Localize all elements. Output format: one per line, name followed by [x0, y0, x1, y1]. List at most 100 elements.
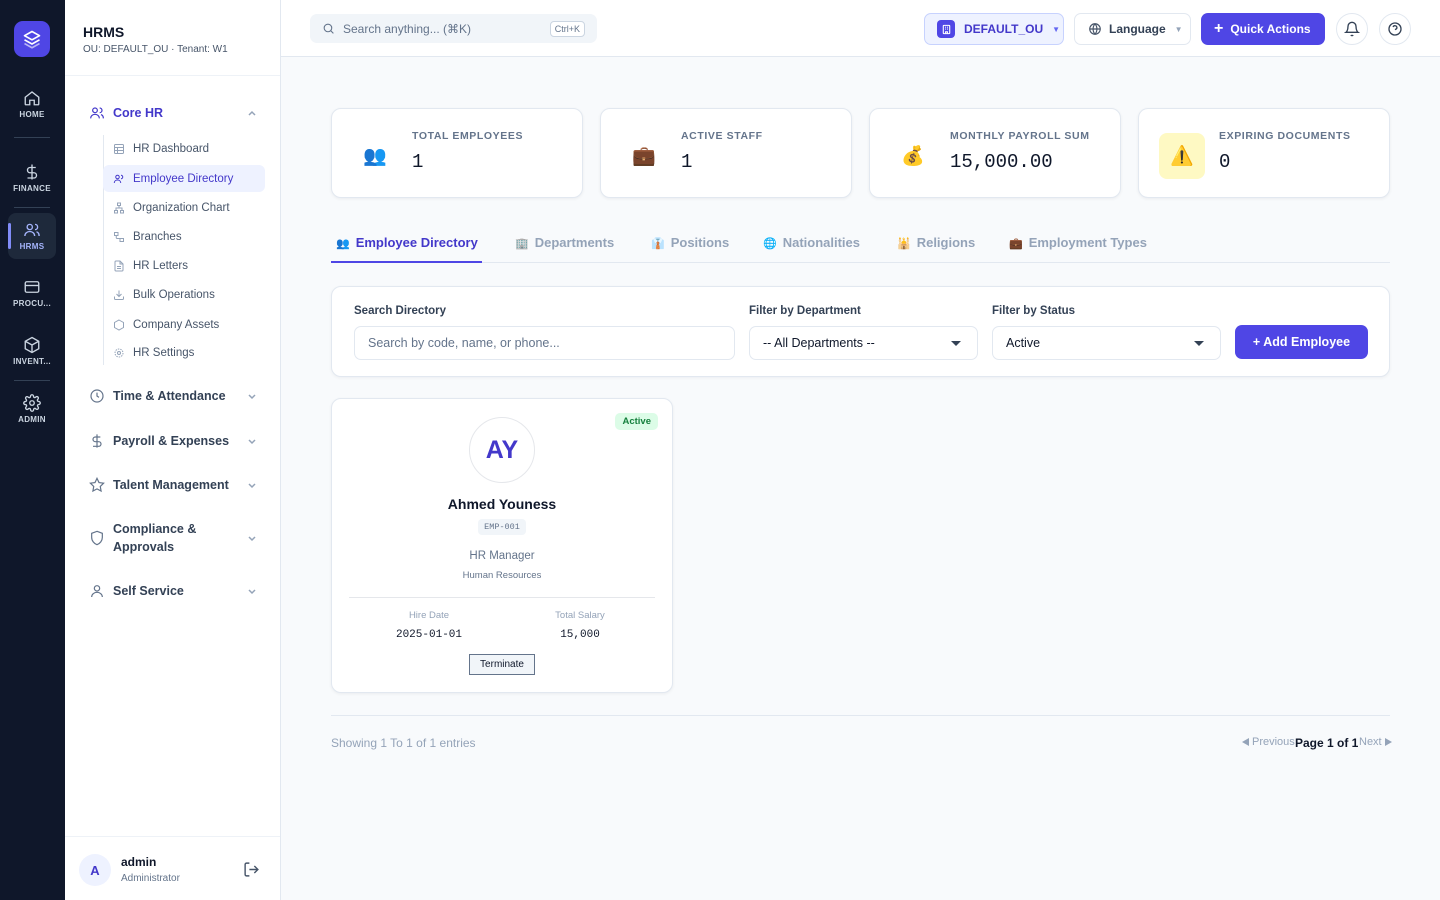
kpi-value: 1: [412, 151, 424, 173]
notifications-button[interactable]: [1336, 13, 1368, 45]
caret-down-icon: [1194, 341, 1204, 346]
sidebar-group-talent-management[interactable]: Talent Management: [89, 477, 257, 493]
rail-label: PROCU...: [13, 299, 51, 308]
globe-icon: 🌐: [763, 238, 777, 250]
total-salary-value: 15,000: [560, 629, 600, 641]
org-chart-icon: [113, 202, 125, 214]
gear-icon: [23, 394, 41, 412]
pagination-divider: [331, 715, 1390, 716]
rail-label: INVENT...: [13, 357, 51, 366]
ou-selector-button[interactable]: DEFAULT_OU ▼: [924, 13, 1064, 45]
sidebar-item-hr-settings[interactable]: HR Settings: [103, 339, 265, 366]
sidebar-item-hr-letters[interactable]: HR Letters: [103, 252, 265, 279]
ou-label: DEFAULT_OU: [964, 22, 1044, 36]
rail-divider: [14, 137, 50, 138]
arrow-left-icon: [1242, 738, 1249, 746]
tab-departments[interactable]: 🏢 Departments: [515, 235, 614, 263]
rail-item-hrms[interactable]: HRMS: [8, 213, 56, 259]
rail-label: ADMIN: [18, 415, 46, 424]
rail-item-inventory[interactable]: INVENT...: [8, 328, 56, 374]
tab-label: Employment Types: [1028, 235, 1147, 250]
employee-code: EMP-001: [478, 519, 526, 535]
hire-date-value: 2025-01-01: [395, 629, 462, 641]
credit-card-icon: [24, 281, 40, 293]
next-page-button[interactable]: Next: [1359, 736, 1392, 748]
app-rail: HOME FINANCE HRMS PROCU... INVENT... ADM…: [0, 0, 65, 900]
rail-item-finance[interactable]: FINANCE: [8, 155, 56, 201]
search-directory-input[interactable]: Search by code, name, or phone...: [354, 326, 735, 360]
avatar[interactable]: A: [79, 854, 111, 886]
star-icon: [89, 477, 105, 493]
add-employee-button[interactable]: + Add Employee: [1235, 325, 1368, 359]
sidebar-item-company-assets[interactable]: Company Assets: [103, 311, 265, 338]
briefcase-icon: 💼: [632, 146, 656, 167]
group-label: Approvals: [113, 540, 175, 554]
people-icon: 👥: [363, 146, 387, 167]
tab-label: Departments: [534, 235, 615, 250]
warning-icon: ⚠️: [1159, 133, 1205, 179]
previous-page-button[interactable]: Previous: [1242, 736, 1296, 748]
sidebar-item-label: Bulk Operations: [133, 288, 215, 301]
sidebar-header: HRMS OU: DEFAULT_OU · Tenant: W1: [65, 0, 280, 76]
tab-employment-types[interactable]: 💼 Employment Types: [1009, 235, 1147, 263]
status-filter-select[interactable]: Active: [992, 326, 1221, 360]
briefcase-icon: 💼: [1009, 238, 1023, 250]
language-button[interactable]: Language ▼: [1074, 13, 1191, 45]
rail-label: HRMS: [19, 242, 45, 251]
sidebar-group-self-service[interactable]: Self Service: [89, 583, 257, 599]
sidebar-item-employee-directory[interactable]: Employee Directory: [103, 165, 265, 192]
sidebar-group-time-attendance[interactable]: Time & Attendance: [89, 388, 257, 404]
sidebar-item-hr-dashboard[interactable]: HR Dashboard: [103, 135, 265, 162]
sidebar-group-payroll-expenses[interactable]: Payroll & Expenses: [89, 433, 257, 449]
department-filter-value: -- All Departments --: [763, 336, 875, 350]
box-icon: [24, 336, 40, 354]
sidebar-item-branches[interactable]: Branches: [103, 223, 265, 250]
group-label-wrap: Compliance & Approvals: [113, 520, 196, 556]
quick-actions-button[interactable]: + Quick Actions: [1201, 13, 1325, 45]
previous-label: Previous: [1252, 736, 1295, 748]
sidebar-item-label: HR Letters: [133, 259, 188, 272]
sidebar-group-compliance-approvals[interactable]: Compliance & Approvals: [89, 520, 257, 556]
app-logo-icon[interactable]: [14, 21, 50, 57]
users-icon: [89, 105, 105, 121]
tab-religions[interactable]: 🕌 Religions: [897, 235, 975, 263]
kpi-expiring-documents: ⚠️ EXPIRING DOCUMENTS 0: [1138, 108, 1390, 198]
language-label: Language: [1109, 22, 1166, 36]
download-icon: [113, 289, 125, 301]
rail-item-procurement[interactable]: PROCU...: [8, 270, 56, 316]
sidebar-item-organization-chart[interactable]: Organization Chart: [103, 194, 265, 221]
department-filter-select[interactable]: -- All Departments --: [749, 326, 978, 360]
kpi-label: TOTAL EMPLOYEES: [412, 130, 524, 142]
tab-nationalities[interactable]: 🌐 Nationalities: [763, 235, 860, 263]
gear-icon: [113, 347, 125, 359]
employee-card[interactable]: Active AY Ahmed Youness EMP-001 HR Manag…: [331, 398, 673, 693]
rail-label: FINANCE: [13, 184, 51, 193]
kpi-label: ACTIVE STAFF: [681, 130, 763, 142]
tab-employee-directory[interactable]: 👥 Employee Directory: [331, 235, 482, 263]
terminate-button[interactable]: Terminate: [469, 654, 535, 675]
help-circle-icon: [1388, 22, 1402, 36]
hire-date-label: Hire Date: [408, 610, 450, 621]
kpi-value: 15,000.00: [950, 151, 1053, 173]
sidebar-item-bulk-operations[interactable]: Bulk Operations: [103, 281, 265, 308]
sidebar-group-core-hr[interactable]: Core HR: [89, 105, 257, 121]
chevron-down-icon: [248, 483, 256, 489]
help-button[interactable]: [1379, 13, 1411, 45]
tab-positions[interactable]: 👔 Positions: [651, 235, 729, 263]
bell-icon: [1344, 21, 1360, 37]
kpi-label: MONTHLY PAYROLL SUM: [950, 130, 1090, 142]
tab-label: Employee Directory: [355, 235, 478, 250]
module-title: HRMS: [83, 24, 125, 40]
rail-item-home[interactable]: HOME: [8, 81, 56, 127]
globe-icon: [1089, 23, 1101, 35]
quick-actions-label: Quick Actions: [1230, 22, 1311, 36]
tab-label: Positions: [670, 235, 730, 250]
building-icon: [937, 20, 955, 38]
logout-icon[interactable]: [243, 861, 260, 878]
rail-item-admin[interactable]: ADMIN: [8, 386, 56, 432]
search-placeholder: Search anything... (⌘K): [343, 21, 472, 36]
caret-down-icon: [951, 341, 961, 346]
global-search[interactable]: Search anything... (⌘K) Ctrl+K: [310, 14, 597, 43]
shield-icon: [89, 530, 105, 546]
chevron-down-icon: [248, 394, 256, 400]
